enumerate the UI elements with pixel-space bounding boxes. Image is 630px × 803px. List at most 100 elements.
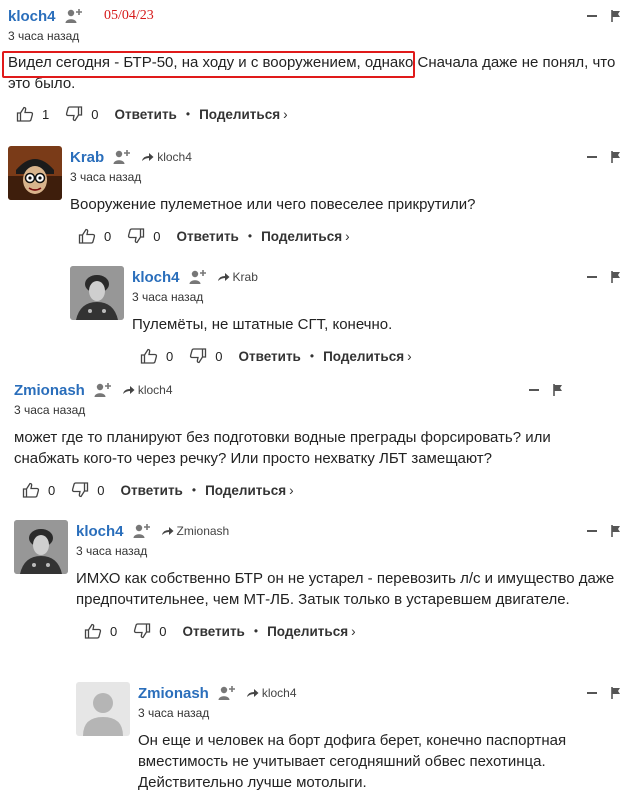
like-button[interactable]: 0 [84, 623, 117, 639]
dislike-button[interactable]: 0 [133, 623, 166, 639]
reply-button[interactable]: Ответить [114, 107, 176, 122]
comment-body: Zmionash kloch4 3 часа назад может где т… [14, 379, 563, 499]
share-button[interactable]: Поделиться › [323, 349, 412, 364]
chevron-right-icon: › [289, 482, 294, 498]
dislike-count: 0 [215, 348, 223, 364]
avatar[interactable] [76, 682, 130, 736]
like-count: 0 [48, 482, 56, 498]
dislike-button[interactable]: 0 [65, 106, 98, 122]
share-label: Поделиться [261, 228, 343, 244]
reply-to[interactable]: kloch4 [122, 383, 173, 397]
comment-menu [587, 682, 621, 704]
thumbs-down-icon [128, 228, 145, 244]
comment-header: kloch4 Krab [132, 266, 621, 288]
separator-dot: • [309, 349, 315, 363]
thumbs-up-icon [78, 228, 96, 244]
reply-to[interactable]: kloch4 [246, 686, 297, 700]
flag-icon[interactable] [611, 10, 621, 22]
chevron-right-icon: › [351, 623, 356, 639]
like-count: 1 [42, 106, 50, 122]
share-button[interactable]: Поделиться › [267, 624, 356, 639]
reply-button[interactable]: Ответить [176, 229, 238, 244]
author-name[interactable]: Krab [70, 149, 104, 166]
comment: kloch4 Zmionash 3 часа назад ИМХО как со… [14, 520, 621, 665]
share-button[interactable]: Поделиться › [261, 229, 350, 244]
comment-timestamp: 3 часа назад [70, 170, 142, 184]
comment-text: Он еще и человек на борт дофига берет, к… [138, 732, 567, 791]
avatar[interactable] [8, 146, 62, 200]
follow-user-icon[interactable] [113, 149, 131, 165]
avatar[interactable] [70, 266, 124, 320]
flag-icon[interactable] [611, 687, 621, 699]
collapse-icon[interactable] [587, 14, 597, 18]
author-name[interactable]: Zmionash [138, 685, 209, 702]
reply-button[interactable]: Ответить [182, 624, 244, 639]
dislike-button[interactable]: 0 [127, 228, 160, 244]
follow-user-icon[interactable] [189, 269, 207, 285]
follow-user-icon[interactable] [94, 382, 112, 398]
comment-text: Вооружение пулеметное или чего повеселее… [70, 196, 476, 213]
collapse-icon[interactable] [587, 529, 597, 533]
dislike-button[interactable]: 0 [189, 348, 222, 364]
reply-to[interactable]: Zmionash [161, 524, 229, 538]
comment: Krab kloch4 3 часа назад Вооружение пуле… [8, 146, 621, 246]
flag-icon[interactable] [611, 271, 621, 283]
thumbs-up-icon [84, 623, 102, 639]
thumbs-down-icon [72, 482, 89, 498]
like-button[interactable]: 0 [140, 348, 173, 364]
share-label: Поделиться [323, 348, 405, 364]
reply-arrow-icon [161, 526, 174, 536]
comment-body: Krab kloch4 3 часа назад Вооружение пуле… [70, 146, 621, 245]
dislike-count: 0 [159, 623, 167, 639]
comment-header: kloch4 Zmionash [76, 520, 621, 542]
comment-header: kloch4 [8, 5, 621, 27]
reply-to[interactable]: kloch4 [141, 150, 192, 164]
comment: Zmionash kloch4 3 часа назад Он еще и че… [76, 682, 621, 803]
like-button[interactable]: 1 [16, 106, 49, 122]
comment-menu [587, 5, 621, 27]
chevron-right-icon: › [283, 106, 288, 122]
reply-button[interactable]: Ответить [238, 349, 300, 364]
follow-user-icon[interactable] [133, 523, 151, 539]
collapse-icon[interactable] [587, 275, 597, 279]
like-button[interactable]: 0 [22, 482, 55, 498]
reply-button[interactable]: Ответить [120, 483, 182, 498]
comment-timestamp: 3 часа назад [8, 29, 80, 43]
share-button[interactable]: Поделиться › [205, 483, 294, 498]
comment-menu [529, 379, 563, 401]
comment-header: Krab kloch4 [70, 146, 621, 168]
follow-user-icon[interactable] [65, 8, 83, 24]
thumbs-up-icon [22, 482, 40, 498]
author-name[interactable]: Zmionash [14, 382, 85, 399]
collapse-icon[interactable] [587, 155, 597, 159]
share-label: Поделиться [267, 623, 349, 639]
follow-user-icon[interactable] [218, 685, 236, 701]
flag-icon[interactable] [553, 384, 563, 396]
collapse-icon[interactable] [529, 388, 539, 392]
comment: kloch4 Krab 3 часа назад Пулемёты, не шт… [70, 266, 621, 366]
author-name[interactable]: kloch4 [8, 8, 56, 25]
thumbs-up-icon [140, 348, 158, 364]
flag-icon[interactable] [611, 151, 621, 163]
reply-to[interactable]: Krab [217, 270, 258, 284]
author-name[interactable]: kloch4 [76, 523, 124, 540]
share-button[interactable]: Поделиться › [199, 107, 288, 122]
share-label: Поделиться [205, 482, 287, 498]
avatar[interactable] [14, 520, 68, 574]
chevron-right-icon: › [345, 228, 350, 244]
comment-menu [587, 266, 621, 288]
reply-arrow-icon [122, 385, 135, 395]
comment-actions: 0 0 Ответить • Поделиться › [132, 347, 621, 365]
reply-arrow-icon [246, 688, 259, 698]
comment-menu [587, 520, 621, 542]
dislike-button[interactable]: 0 [71, 482, 104, 498]
dislike-count: 0 [97, 482, 105, 498]
like-button[interactable]: 0 [78, 228, 111, 244]
comment-text: может где то планируют без подготовки во… [14, 429, 551, 467]
collapse-icon[interactable] [587, 691, 597, 695]
comment-header: Zmionash kloch4 [14, 379, 563, 401]
reply-to-name: kloch4 [157, 150, 192, 164]
separator-dot: • [253, 624, 259, 638]
author-name[interactable]: kloch4 [132, 269, 180, 286]
flag-icon[interactable] [611, 525, 621, 537]
